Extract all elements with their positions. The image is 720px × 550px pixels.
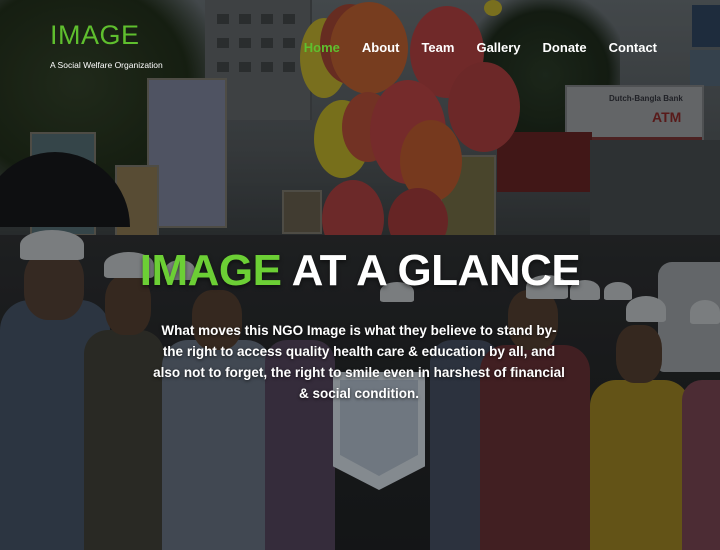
nav-gallery[interactable]: Gallery xyxy=(476,40,520,55)
nav-team[interactable]: Team xyxy=(421,40,454,55)
nav-donate[interactable]: Donate xyxy=(543,40,587,55)
nav-about[interactable]: About xyxy=(362,40,400,55)
hero-title-rest: AT A GLANCE xyxy=(281,246,581,295)
main-nav: Home About Team Gallery Donate Contact xyxy=(282,40,657,55)
hero-description: What moves this NGO Image is what they b… xyxy=(153,323,565,401)
hero-title-accent: IMAGE xyxy=(139,246,282,295)
nav-contact[interactable]: Contact xyxy=(609,40,657,55)
hero-title: IMAGE AT A GLANCE xyxy=(0,246,720,296)
brand-logo[interactable]: IMAGE A Social Welfare Organization xyxy=(50,18,163,70)
nav-home[interactable]: Home xyxy=(304,40,340,55)
brand-name: IMAGE xyxy=(50,20,140,50)
brand-tagline: A Social Welfare Organization xyxy=(50,60,163,70)
